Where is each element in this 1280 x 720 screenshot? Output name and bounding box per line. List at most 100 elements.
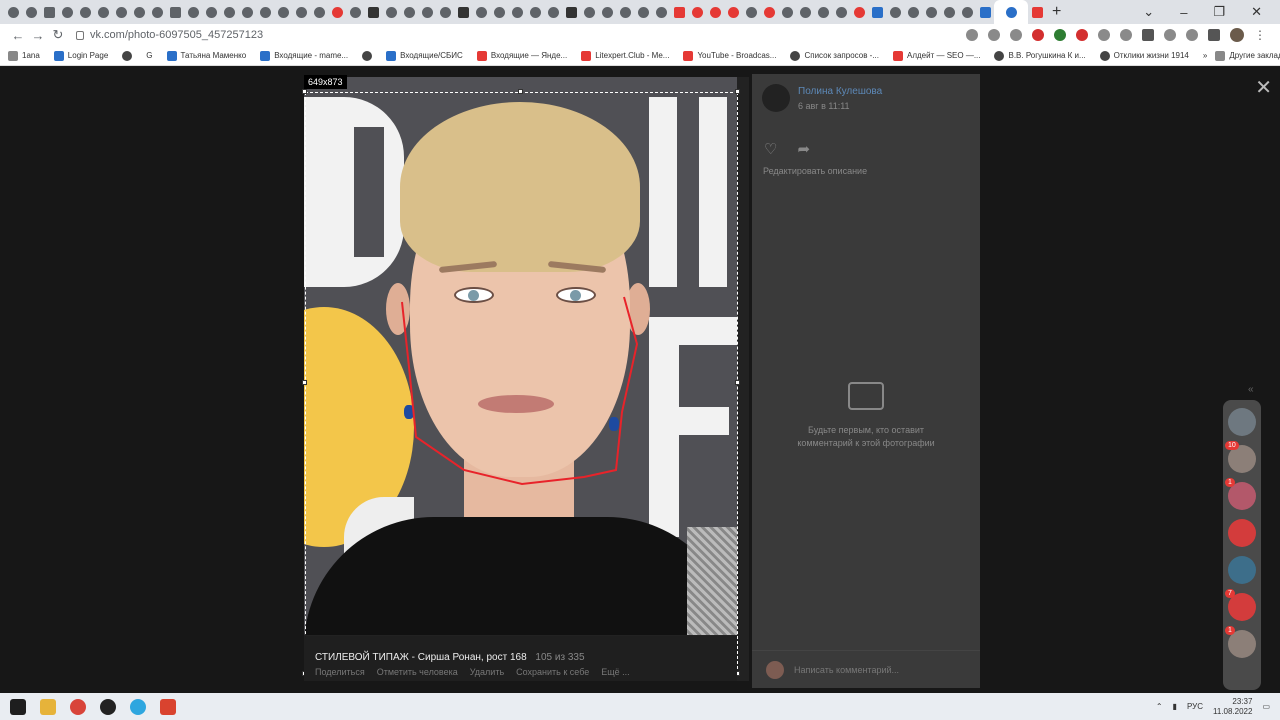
bookmark[interactable]: Входящие/СБИС (386, 50, 463, 61)
tab-favicon[interactable] (58, 3, 76, 21)
tab-favicon[interactable] (544, 3, 562, 21)
app-icon[interactable] (160, 698, 176, 715)
tab-favicon[interactable] (4, 3, 22, 21)
delete-link[interactable]: Удалить (470, 667, 504, 677)
tab-favicon[interactable] (22, 3, 40, 21)
extension-icon[interactable] (1076, 29, 1088, 41)
bookmark[interactable]: Отклики жизни 1914 (1099, 50, 1189, 61)
tab-favicon[interactable] (148, 3, 166, 21)
tab-favicon[interactable] (814, 3, 832, 21)
dock-collapse-icon[interactable]: « (1248, 384, 1254, 395)
tab-favicon[interactable] (706, 3, 724, 21)
tab-favicon[interactable] (598, 3, 616, 21)
tab-favicon[interactable] (652, 3, 670, 21)
bookmark[interactable]: Login Page (53, 50, 108, 61)
extension-icon[interactable] (1098, 29, 1110, 41)
selection-handle[interactable] (518, 89, 523, 94)
tab-favicon[interactable] (256, 3, 274, 21)
tab-favicon[interactable] (526, 3, 544, 21)
bookmark[interactable]: В.В. Рогушкина К и... (994, 50, 1086, 61)
tag-person-link[interactable]: Отметить человека (377, 667, 458, 677)
telegram-icon[interactable] (130, 698, 146, 715)
extension-icon[interactable] (1164, 29, 1176, 41)
comment-input[interactable]: Написать комментарий... (794, 665, 899, 675)
tab-favicon[interactable] (886, 3, 904, 21)
dock-settings-icon[interactable] (1228, 408, 1256, 436)
bookmark[interactable]: Татьяна Маменко (166, 50, 246, 61)
tab-favicon[interactable] (580, 3, 598, 21)
tab-favicon[interactable] (184, 3, 202, 21)
chat-avatar[interactable]: 7 (1225, 589, 1256, 621)
obs-icon[interactable] (100, 698, 116, 715)
selection-handle[interactable] (735, 380, 740, 385)
start-icon[interactable] (10, 698, 26, 715)
tab-favicon[interactable] (310, 3, 328, 21)
tab-favicon[interactable] (922, 3, 940, 21)
tab-favicon[interactable] (472, 3, 490, 21)
minimize-icon[interactable]: – (1180, 5, 1187, 20)
bookmark[interactable]: Входящие - mame... (260, 50, 348, 61)
window-close-icon[interactable]: ✕ (1251, 4, 1262, 20)
bookmark[interactable] (122, 50, 133, 61)
tab-favicon[interactable] (904, 3, 922, 21)
tab-favicon[interactable] (490, 3, 508, 21)
share-arrow-icon[interactable]: ➦ (797, 140, 810, 158)
restore-icon[interactable]: ❐ (1213, 4, 1225, 20)
star-icon[interactable] (1010, 29, 1022, 41)
bookmark[interactable]: Алдейт — SEO —... (893, 50, 980, 61)
share-icon[interactable] (988, 29, 1000, 41)
tab-favicon[interactable] (202, 3, 220, 21)
back-icon[interactable]: ← (8, 28, 28, 43)
tab-favicon[interactable] (454, 3, 472, 21)
zoom-icon[interactable] (966, 29, 978, 41)
new-tab-button[interactable]: + (1052, 3, 1061, 21)
tab-favicon[interactable] (868, 3, 886, 21)
bookmark[interactable] (362, 50, 373, 61)
clock[interactable]: 23:37 11.08.2022 (1213, 697, 1252, 715)
address-bar[interactable]: vk.com/photo-6097505_457257123 (76, 29, 263, 41)
tab-favicon[interactable] (364, 3, 382, 21)
bookmark[interactable]: YouTube - Broadcas... (683, 50, 776, 61)
puzzle-icon[interactable] (1186, 29, 1198, 41)
tray-chevron-icon[interactable]: ⌃ (1156, 702, 1163, 711)
tab-favicon[interactable] (742, 3, 760, 21)
reload-icon[interactable]: ↻ (48, 27, 68, 43)
forward-icon[interactable]: → (28, 28, 48, 43)
chat-avatar[interactable] (1228, 519, 1256, 547)
tab-favicon[interactable] (670, 3, 688, 21)
tab-favicon[interactable] (688, 3, 706, 21)
tab-favicon[interactable] (130, 3, 148, 21)
tab-favicon[interactable] (958, 3, 976, 21)
tab-favicon[interactable] (616, 3, 634, 21)
tab-favicon[interactable] (508, 3, 526, 21)
tab-favicon[interactable] (562, 3, 580, 21)
selection-handle[interactable] (302, 380, 307, 385)
profile-avatar[interactable] (1230, 28, 1244, 42)
tab-favicon[interactable] (220, 3, 238, 21)
tab-favicon[interactable] (724, 3, 742, 21)
notifications-icon[interactable]: ▭ (1262, 702, 1270, 711)
tab-favicon[interactable] (634, 3, 652, 21)
chrome-icon[interactable] (70, 698, 86, 715)
author-name[interactable]: Полина Кулешова (798, 86, 882, 97)
more-link[interactable]: Ещё ... (601, 667, 629, 677)
other-bookmarks[interactable]: Другие закладки (1215, 50, 1280, 61)
chat-avatar[interactable]: 1 (1225, 478, 1256, 510)
selection-handle[interactable] (735, 89, 740, 94)
selection-handle[interactable] (302, 89, 307, 94)
extension-icon[interactable] (1142, 29, 1154, 41)
tab-favicon[interactable] (94, 3, 112, 21)
bookmarks-overflow[interactable]: » (1203, 51, 1207, 60)
tab-favicon[interactable] (166, 3, 184, 21)
bookmark[interactable]: 1ana (8, 50, 40, 61)
extension-icon[interactable] (1054, 29, 1066, 41)
tab-favicon[interactable] (292, 3, 310, 21)
tab-favicon[interactable] (1028, 3, 1046, 21)
bookmark[interactable]: Litexpert.Club - Me... (581, 50, 669, 61)
tab-favicon[interactable] (778, 3, 796, 21)
sidepanel-icon[interactable] (1208, 29, 1220, 41)
mic-icon[interactable]: ▮ (1173, 702, 1177, 711)
bookmark[interactable]: G (146, 51, 152, 60)
comment-box[interactable]: Написать комментарий... (752, 650, 980, 688)
tab-favicon[interactable] (976, 3, 994, 21)
